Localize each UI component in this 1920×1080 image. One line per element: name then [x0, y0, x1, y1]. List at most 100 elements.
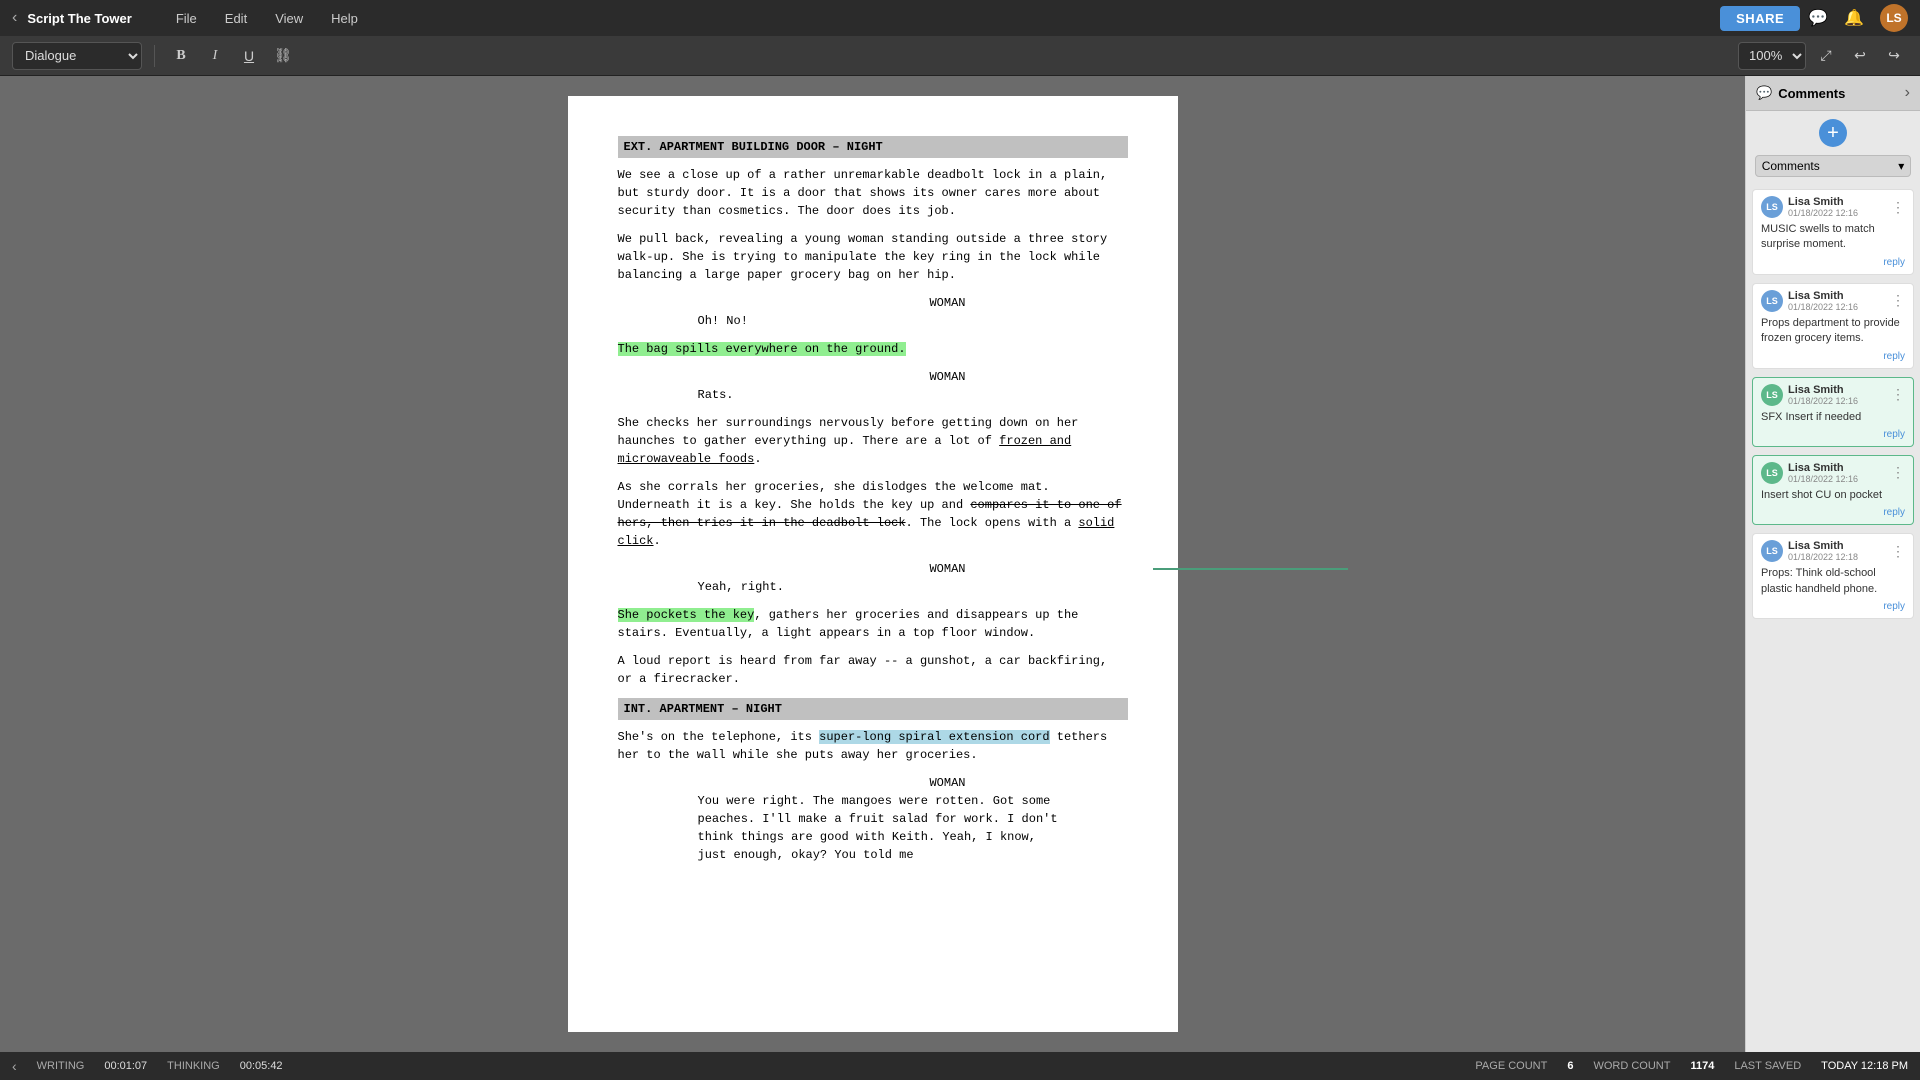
comment-text-4: Insert shot CU on pocket — [1761, 488, 1905, 503]
character-2: WOMAN — [768, 368, 1128, 386]
action-p1: We see a close up of a rather unremarkab… — [618, 166, 1128, 220]
character-1: WOMAN — [768, 294, 1128, 312]
chat-icon[interactable]: 💬 — [1800, 0, 1836, 36]
comment-text-3: SFX Insert if needed — [1761, 410, 1905, 425]
comment-header-1: LS Lisa Smith 01/18/2022 12:16 ⋮ — [1761, 196, 1905, 218]
comment-date-3: 01/18/2022 12:16 — [1788, 396, 1858, 406]
avatar[interactable]: LS — [1880, 4, 1908, 32]
comment-header-2: LS Lisa Smith 01/18/2022 12:16 ⋮ — [1761, 290, 1905, 312]
statusbar: ‹ WRITING 00:01:07 THINKING 00:05:42 PAG… — [0, 1052, 1920, 1080]
dialogue-1: Oh! No! — [698, 312, 1068, 330]
comment-reply-2[interactable]: reply — [1761, 351, 1905, 362]
action-p6: She's on the telephone, its super-long s… — [618, 728, 1128, 764]
comment-meta-5: Lisa Smith 01/18/2022 12:18 — [1788, 540, 1858, 562]
comment-header-4: LS Lisa Smith 01/18/2022 12:16 ⋮ — [1761, 462, 1905, 484]
toolbar-separator — [154, 45, 155, 67]
comment-avatar-3: LS — [1761, 384, 1783, 406]
comment-avatar-1: LS — [1761, 196, 1783, 218]
comment-card-2: LS Lisa Smith 01/18/2022 12:16 ⋮ Props d… — [1752, 283, 1914, 369]
comment-menu-4[interactable]: ⋮ — [1891, 464, 1905, 481]
comments-filter-dropdown[interactable]: Comments ▾ — [1755, 155, 1912, 177]
comment-reply-4[interactable]: reply — [1761, 507, 1905, 518]
bell-icon[interactable]: 🔔 — [1836, 0, 1872, 36]
undo-button[interactable]: ↩ — [1846, 42, 1874, 70]
redo-button[interactable]: ↪ — [1880, 42, 1908, 70]
last-saved-label: LAST SAVED — [1734, 1060, 1801, 1072]
action-p3: She checks her surroundings nervously be… — [618, 414, 1128, 468]
comment-text-2: Props department to provide frozen groce… — [1761, 316, 1905, 347]
underline-button[interactable]: U — [235, 42, 263, 70]
menu-help[interactable]: Help — [317, 0, 372, 36]
zoom-select[interactable]: 50% 75% 100% 125% 150% — [1738, 42, 1806, 70]
comments-filter-label: Comments — [1762, 159, 1820, 173]
comment-text-1: MUSIC swells to match surprise moment. — [1761, 222, 1905, 253]
right-toolbar: 50% 75% 100% 125% 150% ⤢ ↩ ↪ — [1738, 42, 1908, 70]
comment-author-4: Lisa Smith — [1788, 462, 1858, 474]
bold-button[interactable]: B — [167, 42, 195, 70]
comment-menu-5[interactable]: ⋮ — [1891, 543, 1905, 560]
comment-card-3: LS Lisa Smith 01/18/2022 12:16 ⋮ SFX Ins… — [1752, 377, 1914, 447]
comment-card-4: LS Lisa Smith 01/18/2022 12:16 ⋮ Insert … — [1752, 455, 1914, 525]
comment-connector-line — [1153, 568, 1353, 571]
comments-title: Comments — [1778, 86, 1845, 101]
word-count-label: WORD COUNT — [1593, 1060, 1670, 1072]
comment-header-3: LS Lisa Smith 01/18/2022 12:16 ⋮ — [1761, 384, 1905, 406]
action-p4: As she corrals her groceries, she dislod… — [618, 478, 1128, 550]
comment-date-2: 01/18/2022 12:16 — [1788, 302, 1858, 312]
comments-panel: 💬 Comments › + Comments ▾ LS Lisa Smith … — [1745, 76, 1920, 1052]
comment-menu-1[interactable]: ⋮ — [1891, 199, 1905, 216]
scene-heading-1: EXT. APARTMENT BUILDING DOOR – NIGHT — [618, 136, 1128, 158]
comment-menu-2[interactable]: ⋮ — [1891, 292, 1905, 309]
writing-label: WRITING — [37, 1060, 85, 1072]
back-button[interactable]: ‹ — [12, 9, 17, 27]
menu-view[interactable]: View — [261, 0, 317, 36]
character-3: WOMAN — [768, 560, 1128, 578]
format-select[interactable]: Dialogue Action Scene Heading Character … — [12, 42, 142, 70]
comment-avatar-4: LS — [1761, 462, 1783, 484]
comment-reply-1[interactable]: reply — [1761, 257, 1905, 268]
toolbar: Dialogue Action Scene Heading Character … — [0, 36, 1920, 76]
prev-page-button[interactable]: ‹ — [12, 1058, 17, 1074]
add-comment-button[interactable]: + — [1819, 119, 1847, 147]
last-saved-value: TODAY 12:18 PM — [1821, 1060, 1908, 1072]
comment-text-5: Props: Think old-school plastic handheld… — [1761, 566, 1905, 597]
comment-reply-5[interactable]: reply — [1761, 601, 1905, 612]
topbar: ‹ Script The Tower File Edit View Help S… — [0, 0, 1920, 36]
action-p2: We pull back, revealing a young woman st… — [618, 230, 1128, 284]
italic-button[interactable]: I — [201, 42, 229, 70]
link-button[interactable]: ⛓ — [269, 42, 297, 70]
character-4: WOMAN — [768, 774, 1128, 792]
comment-author-3: Lisa Smith — [1788, 384, 1858, 396]
comment-menu-3[interactable]: ⋮ — [1891, 386, 1905, 403]
comment-meta-2: Lisa Smith 01/18/2022 12:16 — [1788, 290, 1858, 312]
menu-edit[interactable]: Edit — [211, 0, 261, 36]
comment-author-2: Lisa Smith — [1788, 290, 1858, 302]
comment-avatar-5: LS — [1761, 540, 1783, 562]
highlighted-cord: super-long spiral extension cord — [819, 730, 1049, 744]
comment-card-1: LS Lisa Smith 01/18/2022 12:16 ⋮ MUSIC s… — [1752, 189, 1914, 275]
action-pockets: She pockets the key, gathers her groceri… — [618, 606, 1128, 642]
thinking-time: 00:05:42 — [240, 1060, 283, 1072]
comment-avatar-2: LS — [1761, 290, 1783, 312]
scene-heading-2: INT. APARTMENT – NIGHT — [618, 698, 1128, 720]
comment-author-5: Lisa Smith — [1788, 540, 1858, 552]
strikethrough-compares: compares it to one of hers, then tries i… — [618, 498, 1122, 530]
fullscreen-button[interactable]: ⤢ — [1812, 42, 1840, 70]
dialogue-2: Rats. — [698, 386, 1068, 404]
dialogue-4: You were right. The mangoes were rotten.… — [698, 792, 1068, 864]
highlighted-bag-spills: The bag spills everywhere on the ground. — [618, 342, 906, 356]
comments-header-left: 💬 Comments — [1756, 85, 1845, 101]
share-button[interactable]: SHARE — [1720, 6, 1800, 31]
menu-file[interactable]: File — [162, 0, 211, 36]
writing-time: 00:01:07 — [104, 1060, 147, 1072]
dialogue-3: Yeah, right. — [698, 578, 1068, 596]
expand-comments-button[interactable]: › — [1905, 84, 1910, 102]
comment-meta-3: Lisa Smith 01/18/2022 12:16 — [1788, 384, 1858, 406]
comment-card-5: LS Lisa Smith 01/18/2022 12:18 ⋮ Props: … — [1752, 533, 1914, 619]
comment-reply-3[interactable]: reply — [1761, 429, 1905, 440]
script-area: EXT. APARTMENT BUILDING DOOR – NIGHT We … — [0, 76, 1745, 1052]
comment-date-5: 01/18/2022 12:18 — [1788, 552, 1858, 562]
app-title: Script The Tower — [27, 11, 132, 26]
action-p5: A loud report is heard from far away -- … — [618, 652, 1128, 688]
underlined-frozen: frozen and microwaveable foods — [618, 434, 1072, 466]
